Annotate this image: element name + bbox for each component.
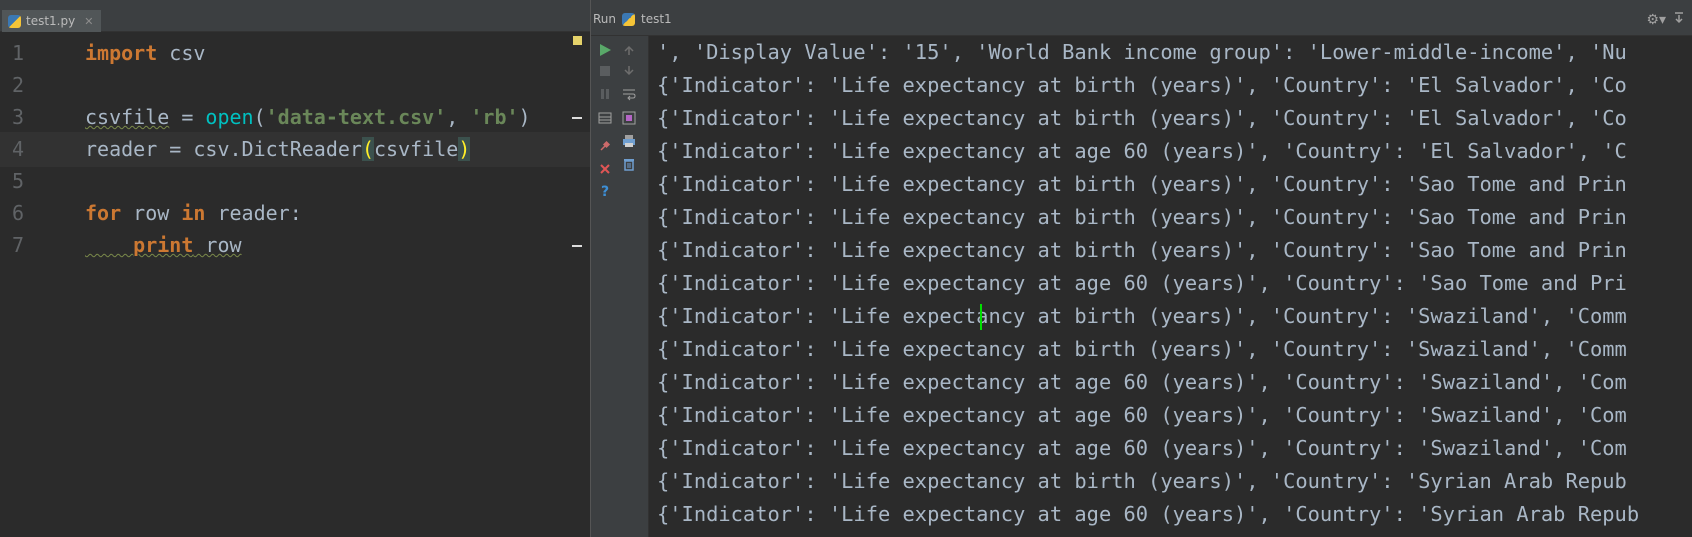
gear-icon[interactable]: ⚙▾	[1646, 12, 1666, 28]
string-literal: 'data-text.csv'	[265, 105, 447, 129]
editor-pane: test1.py ✕ 1 import csv 2 3 csvfile = op…	[0, 0, 590, 537]
paren: (	[253, 105, 266, 129]
scroll-up-icon[interactable]	[619, 40, 639, 60]
matched-paren: (	[361, 137, 374, 161]
pause-icon[interactable]	[595, 84, 615, 104]
line-number: 4	[12, 137, 25, 161]
code-text: import csv	[85, 40, 205, 66]
run-label: Run	[593, 12, 617, 26]
code-line-3[interactable]: 3 csvfile = open('data-text.csv', 'rb')	[0, 100, 590, 135]
code-line-1[interactable]: 1 import csv	[0, 36, 590, 71]
assign-op: =	[169, 105, 206, 129]
console-line: {'Indicator': 'Life expectancy at age 60…	[657, 139, 1627, 163]
module-name: csv	[157, 41, 206, 65]
line-number: 1	[12, 41, 25, 65]
fold-marker[interactable]	[572, 245, 582, 247]
close-tab-icon[interactable]: ✕	[84, 15, 93, 28]
comma: ,	[446, 105, 471, 129]
console-line: {'Indicator': 'Life expectancy at age 60…	[657, 271, 1627, 295]
editor-tab-bar: test1.py ✕	[0, 0, 590, 32]
console-line: {'Indicator': 'Life expectancy at birth …	[657, 238, 1627, 262]
paren: )	[518, 105, 531, 129]
line-number: 3	[12, 105, 25, 129]
code-text: for row in reader:	[85, 200, 302, 226]
code-line-7[interactable]: 7 print row	[0, 228, 590, 263]
run-toolbar: ?	[591, 36, 649, 537]
help-icon[interactable]: ?	[595, 182, 615, 202]
keyword-import: import	[85, 41, 158, 65]
editor-tab-test1[interactable]: test1.py ✕	[2, 10, 102, 32]
line-number: 5	[12, 169, 25, 193]
code-line-5[interactable]: 5	[0, 164, 590, 199]
pin-icon[interactable]	[595, 136, 615, 156]
scroll-to-end-icon[interactable]	[619, 108, 639, 128]
code-text: print row	[85, 232, 242, 258]
console-line: {'Indicator': 'Life expectancy at age 60…	[657, 403, 1627, 427]
run-config-name[interactable]: test1	[641, 12, 672, 26]
console-line: {'Indicator': 'Life expectancy at age 60…	[657, 436, 1627, 460]
line-number: 6	[12, 201, 25, 225]
console-line: {'Indicator': 'Life expectancy at birth …	[657, 205, 1627, 229]
scroll-down-icon[interactable]	[619, 61, 639, 81]
keyword-for: for	[85, 201, 122, 225]
console-line: {'Indicator': 'Life expectancy at age 60…	[657, 370, 1627, 394]
python-file-icon	[8, 14, 21, 28]
run-tool-window: Run test1 ⚙▾ ? ', 'Display Value': '15',…	[591, 0, 1692, 537]
print-icon[interactable]	[619, 131, 639, 151]
console-line: {'Indicator': 'Life expectancy at birth …	[657, 172, 1627, 196]
keyword-print: print	[133, 233, 194, 257]
code-line-4[interactable]: 4 reader = csv.DictReader(csvfile)	[0, 132, 590, 167]
matched-paren: )	[458, 137, 471, 161]
console-line: ', 'Display Value': '15', 'World Bank in…	[657, 40, 1627, 64]
print-argument: row	[193, 233, 242, 257]
string-literal: 'rb'	[470, 105, 519, 129]
layout-icon[interactable]	[595, 108, 615, 128]
stop-icon[interactable]	[595, 61, 615, 81]
rerun-icon[interactable]	[595, 40, 615, 60]
console-line: {'Indicator': 'Life expectancy at birth …	[657, 73, 1627, 97]
close-icon[interactable]	[595, 159, 615, 179]
editor-tab-label: test1.py	[26, 14, 76, 28]
console-output[interactable]: ', 'Display Value': '15', 'World Bank in…	[650, 36, 1692, 537]
console-line: {'Indicator': 'Life expectancy at birth …	[657, 469, 1627, 493]
console-line: {'Indicator': 'Life expectancy at birth …	[657, 106, 1627, 130]
reader-assignment: reader = csv.DictReader	[85, 137, 362, 161]
soft-wrap-icon[interactable]	[619, 84, 639, 104]
line-number: 7	[12, 233, 25, 257]
argument-csvfile: csvfile	[374, 137, 459, 161]
code-text: reader = csv.DictReader(csvfile)	[85, 136, 471, 162]
python-file-icon	[622, 12, 636, 26]
keyword-in: in	[181, 201, 206, 225]
run-title: Run test1	[593, 12, 672, 26]
trash-icon[interactable]	[619, 154, 639, 174]
code-line-6[interactable]: 6 for row in reader:	[0, 196, 590, 231]
code-text: csvfile = open('data-text.csv', 'rb')	[85, 104, 531, 130]
console-line: {'Indicator': 'Life expectancy at birth …	[657, 304, 1627, 328]
variable-csvfile: csvfile	[85, 105, 170, 129]
console-line: {'Indicator': 'Life expectancy at age 60…	[657, 502, 1640, 526]
loop-variable: row	[121, 201, 182, 225]
code-area[interactable]: 1 import csv 2 3 csvfile = open('data-te…	[0, 36, 590, 537]
builtin-open: open	[205, 105, 254, 129]
run-header: Run test1 ⚙▾	[591, 0, 1692, 36]
code-line-2[interactable]: 2	[0, 68, 590, 103]
text-caret	[980, 304, 982, 330]
iterable: reader:	[205, 201, 302, 225]
fold-marker[interactable]	[572, 117, 582, 119]
console-line: {'Indicator': 'Life expectancy at birth …	[657, 337, 1627, 361]
hide-icon[interactable]	[1672, 10, 1686, 24]
line-number: 2	[12, 73, 25, 97]
